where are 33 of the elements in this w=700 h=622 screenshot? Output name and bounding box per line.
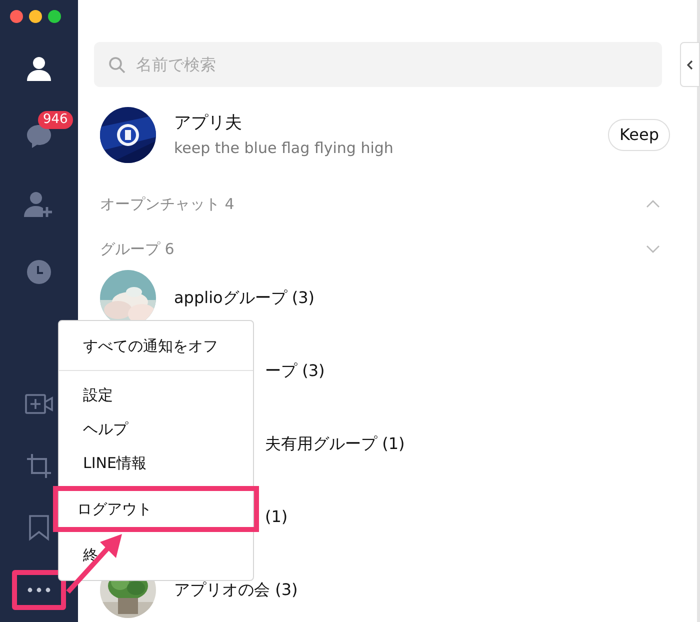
group-name[interactable]: (1) [265,505,288,529]
chevron-left-icon [687,60,693,70]
group-name[interactable]: 夫有用グループ (1) [265,432,405,456]
menu-item[interactable]: ログアウト [77,498,152,520]
keep-button[interactable]: Keep [608,119,670,151]
speech-bubble-icon [25,122,53,150]
sidebar-tab[interactable]: 946 [8,111,70,153]
section-header: グループ 6 [100,238,174,260]
menu-item[interactable]: LINE情報 [83,452,146,474]
section-header: オープンチャット 4 [100,194,234,215]
more-icon [27,587,51,593]
unread-badge: 946 [38,111,73,129]
group-name[interactable]: applioグループ (3) [174,286,315,310]
close-window-icon[interactable] [10,10,23,23]
clock-icon [25,258,53,286]
add-person-icon [24,190,54,218]
person-icon [25,54,53,82]
group-name[interactable]: ープ (3) [265,359,325,383]
menu-item[interactable]: すべての通知をオフ [83,334,218,358]
status-message: keep the blue flag flying high [174,138,394,158]
profile-name: アプリ夫 [174,112,243,135]
bookmark-icon [28,515,50,541]
minimize-window-icon[interactable] [29,10,42,23]
group-name[interactable]: アプリオの会 (3) [174,578,298,602]
menu-item[interactable]: ヘルプ [83,418,128,440]
menu-item[interactable]: 設定 [83,384,113,406]
collapse-panel-button[interactable] [680,42,700,87]
crop-icon [26,453,52,479]
menu-item[interactable]: 終 [83,544,98,566]
search-field[interactable]: 名前で検索 [94,42,662,87]
video-plus-icon [25,393,53,415]
search-icon [108,56,126,74]
zoom-window-icon[interactable] [48,10,61,23]
